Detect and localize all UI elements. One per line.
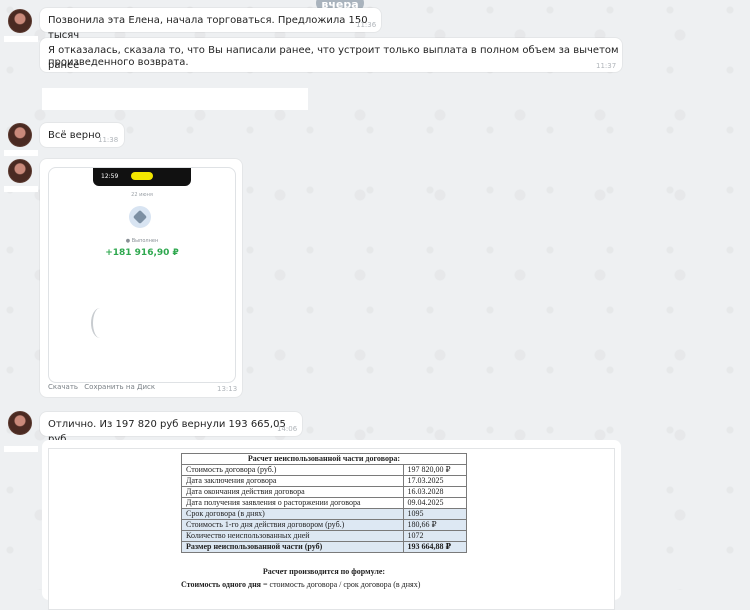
message-time: 11:37	[596, 62, 617, 70]
avatar[interactable]	[8, 411, 32, 435]
table-title: Расчет неиспользованной части договора:	[181, 453, 467, 465]
formula-bold: Стоимость одного дня	[181, 580, 262, 589]
avatar[interactable]	[8, 123, 32, 147]
phone-status-bar: 12:59	[93, 168, 191, 186]
avatar[interactable]	[8, 159, 32, 183]
message-bubble[interactable]: Я отказалась, сказала то, что Вы написал…	[40, 38, 622, 72]
table-row: Дата получения заявления о расторжении д…	[181, 497, 468, 509]
payment-amount: +181 916,90 ₽	[105, 248, 179, 258]
message-text-line2: произведенного возврата.	[48, 57, 189, 68]
avatar-name-redacted	[4, 186, 38, 192]
phone-indicator	[131, 172, 153, 180]
message-bubble[interactable]: Позвонила эта Елена, начала торговаться.…	[40, 8, 381, 41]
calculation-table: Расчет неиспользованной части договора: …	[181, 453, 468, 553]
message-time: 11:36	[356, 21, 377, 29]
payment-screenshot[interactable]: 12:59 22 июня ● Выполнен +181 916,90 ₽	[48, 167, 236, 383]
calculation-document[interactable]: Расчет неиспользованной части договора: …	[48, 448, 615, 610]
message-time: 14:06	[277, 425, 298, 433]
formula-text: Стоимость одного дня = стоимость договор…	[181, 580, 420, 589]
message-time: 11:38	[98, 136, 119, 144]
table-row: Дата заключения договора 17.03.2025	[181, 475, 468, 487]
avatar[interactable]	[8, 9, 32, 33]
payment-icon	[129, 206, 151, 228]
table-row: Срок договора (в днях) 1095	[181, 508, 468, 520]
table-row: Стоимость договора (руб.) 197 820,00 ₽	[181, 464, 468, 476]
formula-title: Расчет производится по формуле:	[262, 567, 386, 576]
download-link[interactable]: Скачать	[48, 383, 78, 391]
table-row: Размер неиспользованной части (руб) 193 6…	[181, 541, 468, 553]
formula-rest: = стоимость договора / срок договора (в …	[261, 580, 421, 589]
phone-clock: 12:59	[101, 173, 119, 180]
table-row: Дата окончания действия договора 16.03.20…	[181, 486, 468, 498]
table-row: Стоимость 1-го дня действия договором (р…	[181, 519, 468, 531]
message-time: 13:13	[217, 385, 238, 393]
payment-status: ● Выполнен	[125, 238, 159, 244]
avatar-name-redacted	[4, 446, 38, 452]
save-to-disk-link[interactable]: Сохранить на Диск	[84, 383, 155, 391]
table-row: Количество неиспользованных дней 1072	[181, 530, 468, 542]
payment-date: 22 июня	[131, 192, 153, 198]
avatar-name-redacted	[4, 150, 38, 156]
message-bubble[interactable]: Всё верно 11:38	[40, 123, 124, 147]
redacted-block	[42, 88, 308, 110]
loading-arc	[91, 308, 109, 338]
attachment-actions: Скачать Сохранить на Диск	[48, 383, 159, 391]
avatar-name-redacted	[4, 36, 38, 42]
message-text: Всё верно	[48, 130, 101, 141]
message-bubble[interactable]: Отлично. Из 197 820 руб вернули 193 665,…	[40, 412, 302, 445]
document-image-bubble[interactable]: Расчет неиспользованной части договора: …	[42, 440, 621, 610]
